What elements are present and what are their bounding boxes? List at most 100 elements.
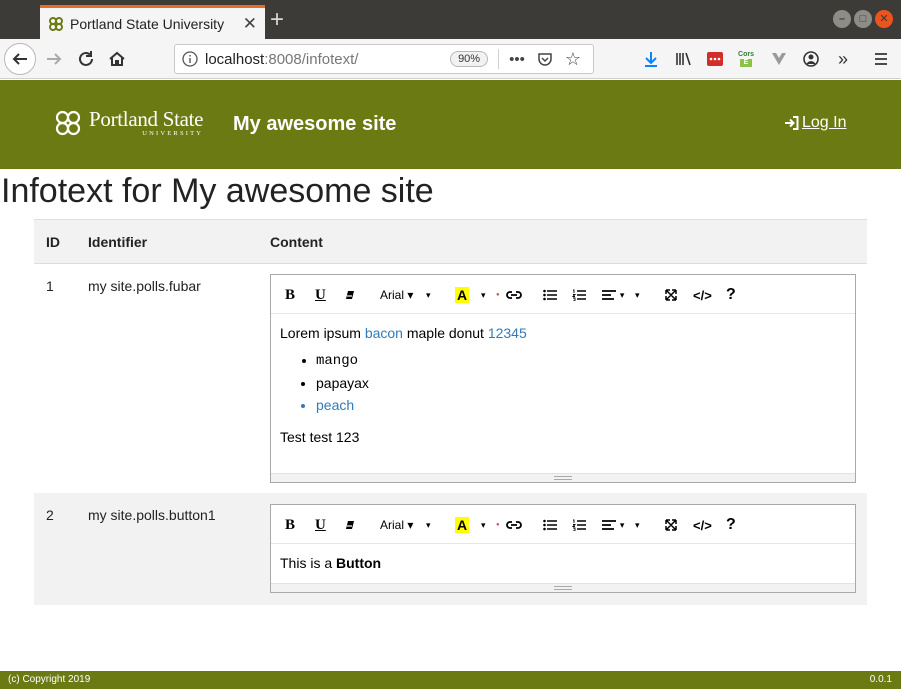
- page-actions-icon[interactable]: •••: [509, 51, 525, 68]
- fullscreen-button[interactable]: [665, 516, 677, 534]
- login-link[interactable]: Log In: [784, 114, 846, 132]
- text-color-button[interactable]: A: [455, 516, 470, 534]
- window-controls: – □ ✕: [833, 10, 893, 28]
- eraser-icon: [346, 521, 354, 529]
- editor-content[interactable]: This is a Button: [271, 544, 855, 582]
- editor-resize-handle[interactable]: [271, 583, 855, 592]
- maximize-icon[interactable]: □: [854, 10, 872, 28]
- home-icon: [109, 51, 125, 66]
- code-view-button[interactable]: </>: [693, 286, 712, 304]
- url-text: localhost:8008/infotext/: [205, 50, 359, 68]
- list-item[interactable]: peach: [316, 396, 846, 414]
- psu-favicon-icon: [49, 16, 63, 31]
- underline-button[interactable]: U: [315, 516, 326, 534]
- content-link-12345[interactable]: 12345: [488, 325, 527, 341]
- font-size-dropdown[interactable]: ▾: [426, 516, 431, 534]
- psu-logo-mark-icon: [55, 110, 81, 136]
- copyright-text: (c) Copyright 2019: [8, 674, 91, 685]
- font-family-dropdown[interactable]: Arial ▾: [380, 516, 413, 534]
- psu-logo[interactable]: Portland State UNIVERSITY: [53, 108, 204, 138]
- text-color-button[interactable]: A: [455, 286, 470, 304]
- browser-titlebar: Portland State University ✕ + – □ ✕: [0, 0, 901, 39]
- row-id: 2: [46, 507, 54, 523]
- editor-toolbar: B U Arial ▾ ▾ A ▾ ● ▾ ▾ </> ?: [271, 275, 855, 314]
- zoom-level-badge[interactable]: 90%: [450, 51, 489, 67]
- close-tab-icon[interactable]: ✕: [243, 14, 257, 34]
- bold-text: Button: [336, 555, 382, 571]
- underline-button[interactable]: U: [315, 286, 326, 304]
- library-icon[interactable]: [672, 47, 694, 71]
- reload-button[interactable]: [74, 47, 98, 71]
- line-height-dropdown[interactable]: ▾: [635, 286, 640, 304]
- row-id: 1: [46, 278, 54, 294]
- fullscreen-button[interactable]: [665, 286, 677, 304]
- col-header-id: ID: [46, 234, 60, 250]
- bullet-list-icon: [543, 519, 557, 531]
- site-name[interactable]: My awesome site: [233, 113, 396, 136]
- downloads-icon[interactable]: [640, 47, 662, 71]
- rich-text-editor[interactable]: B U Arial ▾ ▾ A ▾ ●: [270, 274, 856, 483]
- infotext-table: ID Identifier Content 1 my site.polls.fu…: [34, 219, 867, 605]
- insert-link-button[interactable]: [506, 516, 522, 534]
- bold-button[interactable]: B: [285, 286, 295, 304]
- numbered-list-button[interactable]: [572, 286, 586, 304]
- help-button[interactable]: ?: [726, 516, 736, 534]
- bookmark-star-icon[interactable]: ☆: [565, 49, 581, 70]
- editor-content[interactable]: Lorem ipsum bacon maple donut 12345 mang…: [271, 314, 855, 456]
- editor-paragraph: Lorem ipsum bacon maple donut 12345: [280, 325, 527, 341]
- extension-lastpass-icon[interactable]: [704, 47, 726, 71]
- info-icon[interactable]: [175, 51, 205, 67]
- editor-paragraph: Test test 123: [280, 429, 360, 445]
- new-tab-icon[interactable]: +: [270, 6, 284, 34]
- browser-navbar: localhost:8008/infotext/ 90% ••• ☆ Cors …: [0, 39, 901, 79]
- paragraph-align-dropdown[interactable]: ▾: [602, 516, 624, 534]
- fullscreen-icon: [665, 289, 677, 301]
- help-button[interactable]: ?: [726, 286, 736, 304]
- table-header: ID Identifier Content: [34, 219, 867, 264]
- back-arrow-icon: [12, 53, 27, 65]
- tab-title: Portland State University: [70, 15, 225, 32]
- align-left-icon: [602, 290, 616, 300]
- editor-resize-handle[interactable]: [271, 473, 855, 482]
- minimize-icon[interactable]: –: [833, 10, 851, 28]
- text-color-dropdown[interactable]: ▾: [481, 286, 486, 304]
- line-height-dropdown[interactable]: ▾: [635, 516, 640, 534]
- back-button[interactable]: [4, 43, 36, 75]
- align-left-icon: [602, 520, 616, 530]
- numbered-list-button[interactable]: [572, 516, 586, 534]
- bullet-list-button[interactable]: [543, 516, 557, 534]
- clear-format-button[interactable]: [344, 286, 356, 304]
- sign-in-icon: [785, 116, 799, 130]
- close-window-icon[interactable]: ✕: [875, 10, 893, 28]
- paragraph-align-dropdown[interactable]: ▾: [602, 286, 624, 304]
- browser-tab[interactable]: Portland State University ✕: [40, 5, 265, 39]
- insert-link-button[interactable]: [506, 286, 522, 304]
- account-icon[interactable]: [800, 47, 822, 71]
- font-family-dropdown[interactable]: Arial ▾: [380, 286, 413, 304]
- link-icon: [506, 291, 522, 299]
- hamburger-menu-icon[interactable]: [870, 47, 892, 71]
- code-view-button[interactable]: </>: [693, 516, 712, 534]
- bold-button[interactable]: B: [285, 516, 295, 534]
- extension-cors-icon[interactable]: Cors E: [734, 47, 758, 71]
- page-title: Infotext for My awesome site: [1, 172, 434, 210]
- content-link-bacon[interactable]: bacon: [365, 325, 403, 341]
- numbered-list-icon: [572, 519, 586, 531]
- rich-text-editor[interactable]: B U Arial ▾ ▾ A ▾ ●: [270, 504, 856, 593]
- color-dot-icon: ●: [496, 292, 500, 298]
- bullet-list-button[interactable]: [543, 286, 557, 304]
- extension-vue-icon[interactable]: [768, 47, 790, 71]
- overflow-chevron-icon[interactable]: »: [832, 47, 854, 71]
- editor-toolbar: B U Arial ▾ ▾ A ▾ ● ▾ ▾ </> ?: [271, 505, 855, 544]
- version-text: 0.0.1: [869, 674, 892, 685]
- link-icon: [506, 521, 522, 529]
- address-bar[interactable]: localhost:8008/infotext/ 90% ••• ☆: [174, 44, 594, 74]
- text-color-dropdown[interactable]: ▾: [481, 516, 486, 534]
- home-button[interactable]: [105, 47, 129, 71]
- font-size-dropdown[interactable]: ▾: [426, 286, 431, 304]
- forward-button[interactable]: [42, 47, 66, 71]
- url-separator: [498, 49, 500, 69]
- pocket-icon[interactable]: [537, 51, 553, 67]
- bullet-list-icon: [543, 289, 557, 301]
- clear-format-button[interactable]: [344, 516, 356, 534]
